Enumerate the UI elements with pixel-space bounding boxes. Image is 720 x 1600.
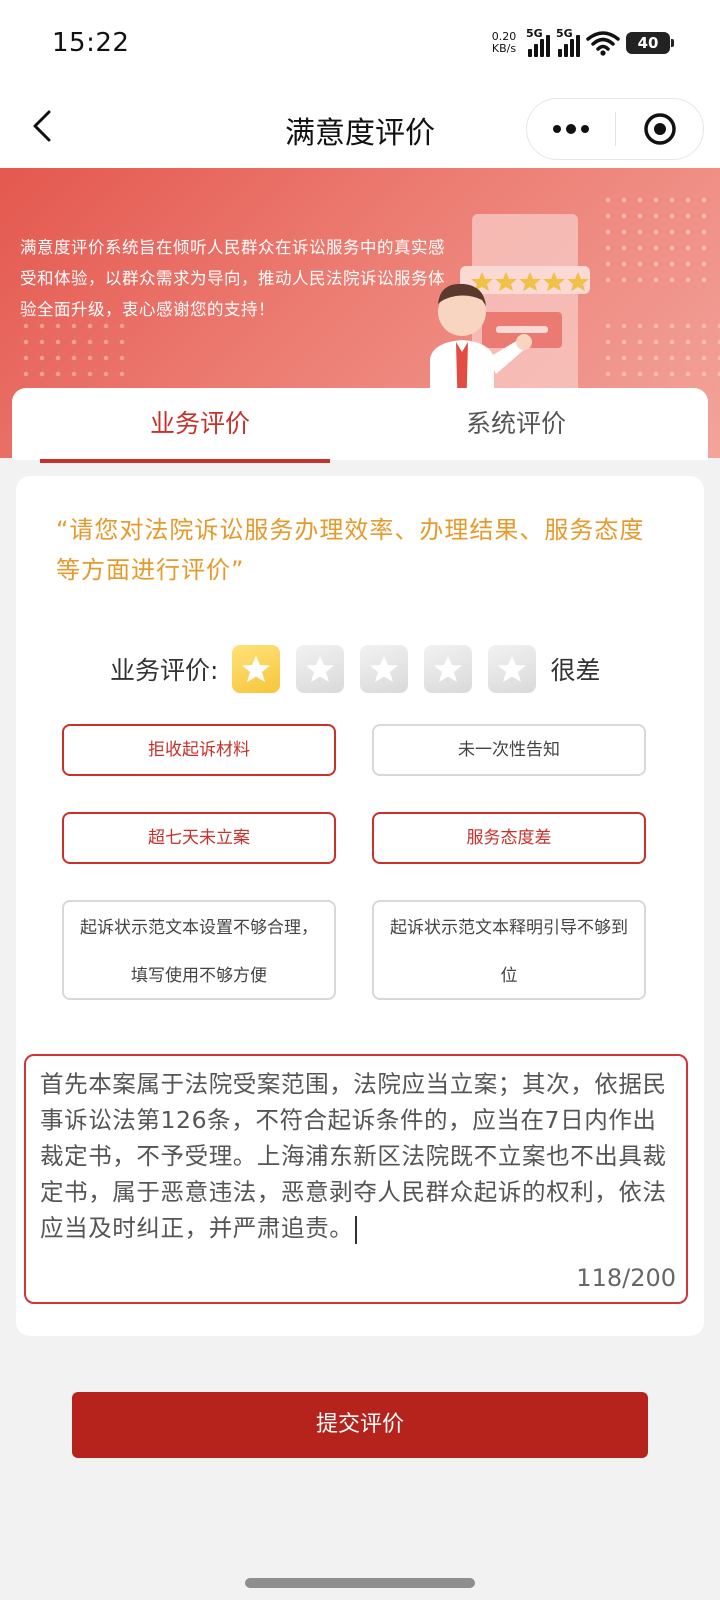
tag-not-informed-once[interactable]: 未一次性告知 — [372, 724, 646, 776]
comment-textarea[interactable]: 首先本案属于法院受案范围，法院应当立案；其次，依据民事诉讼法第126条，不符合起… — [24, 1054, 688, 1304]
tag-template-guidance[interactable]: 起诉状示范文本释明引导不够到位 — [372, 900, 646, 1000]
evaluation-prompt: “请您对法院诉讼服务办理效率、办理结果、服务态度等方面进行评价” — [56, 516, 645, 584]
wifi-icon — [586, 29, 620, 57]
comment-text: 首先本案属于法院受案范围，法院应当立案；其次，依据民事诉讼法第126条，不符合起… — [40, 1070, 667, 1244]
miniprogram-capsule — [526, 98, 704, 160]
star-rating-4[interactable] — [424, 645, 473, 693]
tag-template-setting[interactable]: 起诉状示范文本设置不够合理，填写使用不够方便 — [62, 900, 336, 1000]
submit-evaluation-button[interactable]: 提交评价 — [72, 1392, 648, 1458]
status-indicators: 0.20 KB/s 5G 5G 40 — [488, 26, 674, 60]
tag-poor-service-attitude[interactable]: 服务态度差 — [372, 812, 646, 864]
cell-signal-icon: 5G — [526, 27, 550, 57]
nav-bar: 满意度评价 — [0, 90, 720, 168]
text-caret — [355, 1215, 358, 1244]
banner-intro-text: 满意度评价系统旨在倾听人民群众在诉讼服务中的真实感受和体验，以群众需求为导向，推… — [20, 238, 445, 319]
rating-label: 业务评价: — [110, 656, 219, 685]
tab-business-evaluation[interactable]: 业务评价 — [40, 388, 360, 460]
status-bar: 15:22 0.20 KB/s 5G 5G 40 — [0, 0, 720, 90]
more-button[interactable] — [527, 99, 615, 159]
tab-system-evaluation[interactable]: 系统评价 — [356, 388, 676, 460]
battery-icon: 40 — [626, 32, 674, 54]
star-icon — [370, 656, 399, 682]
evaluation-card: “请您对法院诉讼服务办理效率、办理结果、服务态度等方面进行评价” 业务评价: 很… — [16, 476, 704, 1336]
evaluation-tabs: 业务评价 系统评价 — [12, 388, 708, 463]
star-icon — [434, 656, 463, 682]
rating-row: 业务评价: 很差 — [110, 644, 600, 694]
active-tab-indicator — [40, 459, 330, 463]
rating-text: 很差 — [550, 656, 601, 685]
star-icon — [306, 656, 335, 682]
star-icon — [242, 656, 271, 682]
char-counter: 118/200 — [576, 1264, 676, 1292]
decorative-dots — [600, 318, 720, 388]
star-rating-2[interactable] — [296, 645, 345, 693]
more-dots-icon — [553, 124, 589, 134]
star-rating-1[interactable] — [232, 645, 281, 693]
decorative-dots — [600, 192, 710, 282]
star-rating-3[interactable] — [360, 645, 409, 693]
star-icon — [498, 656, 527, 682]
status-time: 15:22 — [52, 28, 130, 58]
cell-signal-icon: 5G — [556, 27, 580, 57]
network-speed: 0.20 KB/s — [491, 30, 517, 55]
home-indicator — [245, 1578, 475, 1588]
tag-over-seven-days[interactable]: 超七天未立案 — [62, 812, 336, 864]
star-rating-5[interactable] — [488, 645, 537, 693]
tag-reject-materials[interactable]: 拒收起诉材料 — [62, 724, 336, 776]
close-miniprogram-button[interactable] — [616, 99, 703, 159]
target-close-icon — [643, 113, 676, 145]
